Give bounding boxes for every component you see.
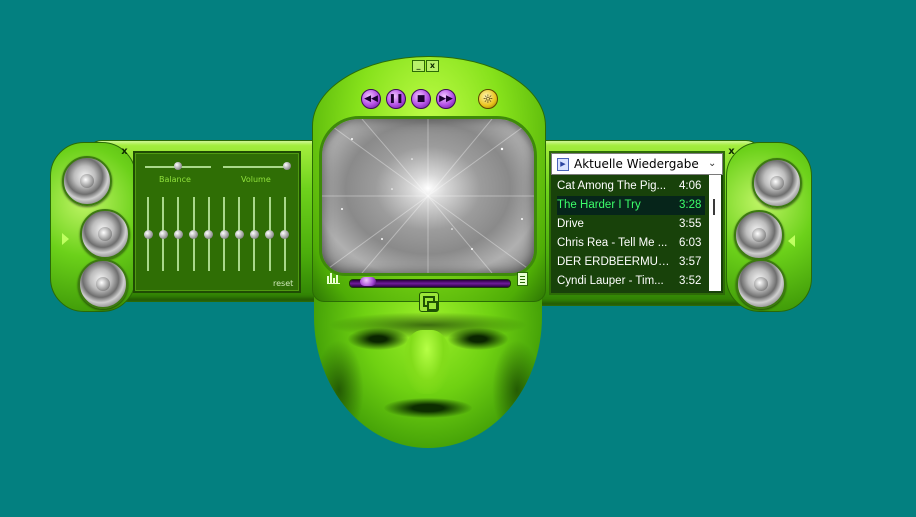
eq-band-knob[interactable] [143, 229, 153, 239]
balance-knob[interactable] [174, 162, 182, 170]
playlist-icon: ▶ [557, 158, 569, 171]
eq-band-knob[interactable] [234, 229, 244, 239]
playlist-item-duration: 3:55 [679, 218, 702, 230]
visualization-screen [319, 116, 537, 276]
playlist-item-title: Drive [557, 218, 584, 230]
playlist-item-duration: 6:03 [679, 237, 702, 249]
skip-forward-icon[interactable]: ▶▶ [436, 89, 456, 109]
left-speaker-top [62, 156, 112, 206]
starfield-visualization [322, 119, 534, 273]
playlist-item[interactable]: Drive 3:55 [557, 215, 705, 234]
playlist-item-title: DER ERDBEERMUND [557, 256, 673, 268]
minimize-button[interactable]: _ [412, 60, 425, 72]
playlist-item-duration: 4:06 [679, 180, 702, 192]
face-nose [404, 330, 450, 394]
balance-label: Balance [159, 175, 191, 184]
pause-icon[interactable]: ❚❚ [386, 89, 406, 109]
eq-band-knob[interactable] [173, 229, 183, 239]
visualization-bars-icon[interactable] [327, 272, 341, 284]
eq-band-knob[interactable] [249, 229, 259, 239]
volume-knob[interactable] [283, 162, 291, 170]
eq-band-knob[interactable] [265, 229, 275, 239]
stop-icon[interactable]: ■ [411, 89, 431, 109]
playlist-item[interactable]: DER ERDBEERMUND 3:57 [557, 253, 705, 272]
left-speaker-middle [80, 209, 130, 259]
skip-back-icon[interactable]: ◀◀ [361, 89, 381, 109]
playlist-item[interactable]: Cat Among The Pig... 4:06 [557, 177, 705, 196]
face-right-cheek-shadow [492, 340, 542, 440]
playlist-item-title: Chris Rea - Tell Me ... [557, 237, 668, 249]
playlist-item-title: Cat Among The Pig... [557, 180, 667, 192]
volume-track [223, 166, 289, 168]
equalizer-reset-button[interactable]: reset [273, 279, 293, 288]
eq-band-knob[interactable] [280, 229, 290, 239]
right-speaker-bottom [736, 259, 786, 309]
eq-band-knob[interactable] [219, 229, 229, 239]
face-mouth [384, 398, 472, 418]
eq-band-knob[interactable] [158, 229, 168, 239]
playlist-item[interactable]: The Harder I Try 3:28 [557, 196, 705, 215]
right-expand-arrow[interactable] [788, 235, 795, 247]
right-speaker-middle [734, 210, 784, 260]
playlist-selector[interactable]: ▶ Aktuelle Wiedergabe ⌄ [551, 153, 723, 175]
playlist-selector-label: Aktuelle Wiedergabe [574, 157, 699, 171]
face-left-cheek-shadow [314, 340, 364, 440]
playlist-item-title: Cyndi Lauper - Tim... [557, 275, 664, 287]
seek-knob[interactable] [360, 277, 377, 286]
playlist-scrollbar[interactable] [709, 175, 721, 291]
playlist-item-duration: 3:28 [679, 199, 702, 211]
playlist-item-duration: 3:52 [679, 275, 702, 287]
playlist-item-title: The Harder I Try [557, 199, 641, 211]
playlist-close-button[interactable]: x [727, 147, 736, 157]
equalizer-close-button[interactable]: x [120, 147, 129, 157]
playlist-scroll-thumb[interactable] [713, 199, 715, 215]
chevron-down-icon: ⌄ [708, 158, 717, 169]
switch-mode-icon[interactable] [419, 292, 439, 312]
playlist-item-duration: 3:57 [679, 256, 702, 268]
eq-band-knob[interactable] [189, 229, 199, 239]
volume-label: Volume [241, 175, 271, 184]
playlist-item[interactable]: Cyndi Lauper - Tim... 3:52 [557, 272, 705, 291]
sun-icon[interactable]: ☼ [478, 89, 498, 109]
playlist-toggle-icon[interactable] [517, 272, 528, 286]
equalizer-panel: Balance Volume reset [133, 151, 301, 293]
eq-band-knob[interactable] [204, 229, 214, 239]
playlist-panel: ▶ Aktuelle Wiedergabe ⌄ Cat Among The Pi… [549, 151, 725, 295]
close-button[interactable]: x [426, 60, 439, 72]
right-speaker-top [752, 158, 802, 208]
playlist-item[interactable]: Chris Rea - Tell Me ... 6:03 [557, 234, 705, 253]
left-expand-arrow[interactable] [62, 233, 69, 245]
left-speaker-bottom [78, 259, 128, 309]
